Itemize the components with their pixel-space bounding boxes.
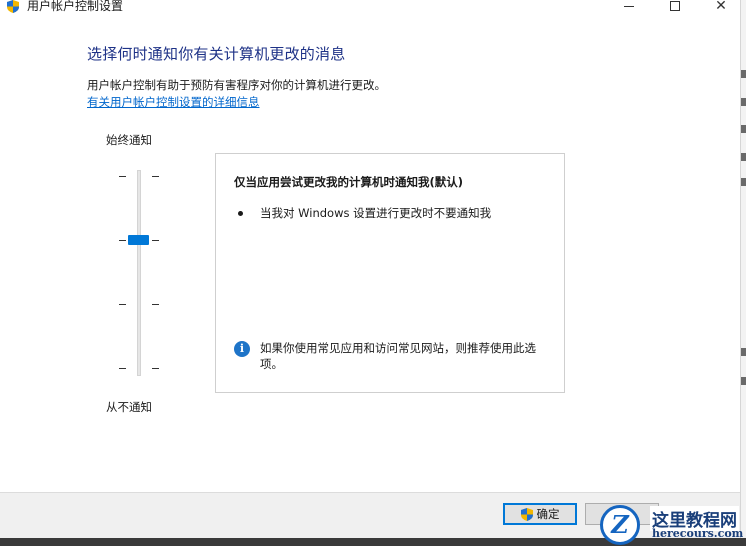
watermark-logo: Z 这里教程网 herecours.com xyxy=(600,503,746,546)
slider-top-label: 始终通知 xyxy=(106,133,152,147)
uac-shield-icon xyxy=(520,507,533,521)
maximize-icon xyxy=(670,1,680,11)
background-window-edge xyxy=(740,0,746,546)
slider-tick xyxy=(119,176,126,177)
watermark-circle-icon: Z xyxy=(600,505,640,545)
description-text: 用户帐户控制有助于预防有害程序对你的计算机进行更改。 xyxy=(87,78,386,92)
slider-tick xyxy=(152,368,159,369)
minimize-button[interactable] xyxy=(606,0,652,15)
slider-tick xyxy=(152,240,159,241)
setting-bullet: 当我对 Windows 设置进行更改时不要通知我 xyxy=(260,206,492,220)
watermark-letter: Z xyxy=(611,510,629,539)
bullet-icon xyxy=(238,211,243,216)
slider-bottom-label: 从不通知 xyxy=(106,400,152,414)
slider-tick xyxy=(152,304,159,305)
uac-shield-icon xyxy=(7,0,19,13)
setting-title: 仅当应用尝试更改我的计算机时通知我(默认) xyxy=(234,175,464,189)
minimize-icon xyxy=(624,5,634,7)
title-bar: 用户帐户控制设置 ✕ xyxy=(0,0,746,16)
details-link[interactable]: 有关用户帐户控制设置的详细信息 xyxy=(87,94,260,110)
window-title: 用户帐户控制设置 xyxy=(27,0,124,13)
page-heading: 选择何时通知你有关计算机更改的消息 xyxy=(87,45,346,63)
edge-mark xyxy=(741,377,746,385)
notification-level-slider-track[interactable] xyxy=(137,170,141,376)
slider-thumb[interactable] xyxy=(128,235,149,245)
maximize-button[interactable] xyxy=(652,0,698,15)
info-icon: i xyxy=(234,341,250,357)
edge-mark xyxy=(741,98,746,106)
recommendation-text: 如果你使用常见应用和访问常见网站，则推荐使用此选项。 xyxy=(260,341,536,371)
edge-mark xyxy=(741,348,746,356)
edge-mark xyxy=(741,125,746,133)
ok-button[interactable]: 确定 xyxy=(503,503,577,525)
slider-tick xyxy=(119,368,126,369)
slider-tick xyxy=(152,176,159,177)
edge-mark xyxy=(741,70,746,78)
watermark-url: herecours.com xyxy=(652,527,744,540)
edge-mark xyxy=(741,153,746,161)
close-button[interactable]: ✕ xyxy=(698,0,744,15)
slider-tick xyxy=(119,304,126,305)
setting-description-panel: 仅当应用尝试更改我的计算机时通知我(默认) 当我对 Windows 设置进行更改… xyxy=(215,153,565,393)
close-icon: ✕ xyxy=(715,0,727,14)
ok-button-label: 确定 xyxy=(536,507,560,521)
edge-mark xyxy=(741,178,746,186)
slider-tick xyxy=(119,240,126,241)
